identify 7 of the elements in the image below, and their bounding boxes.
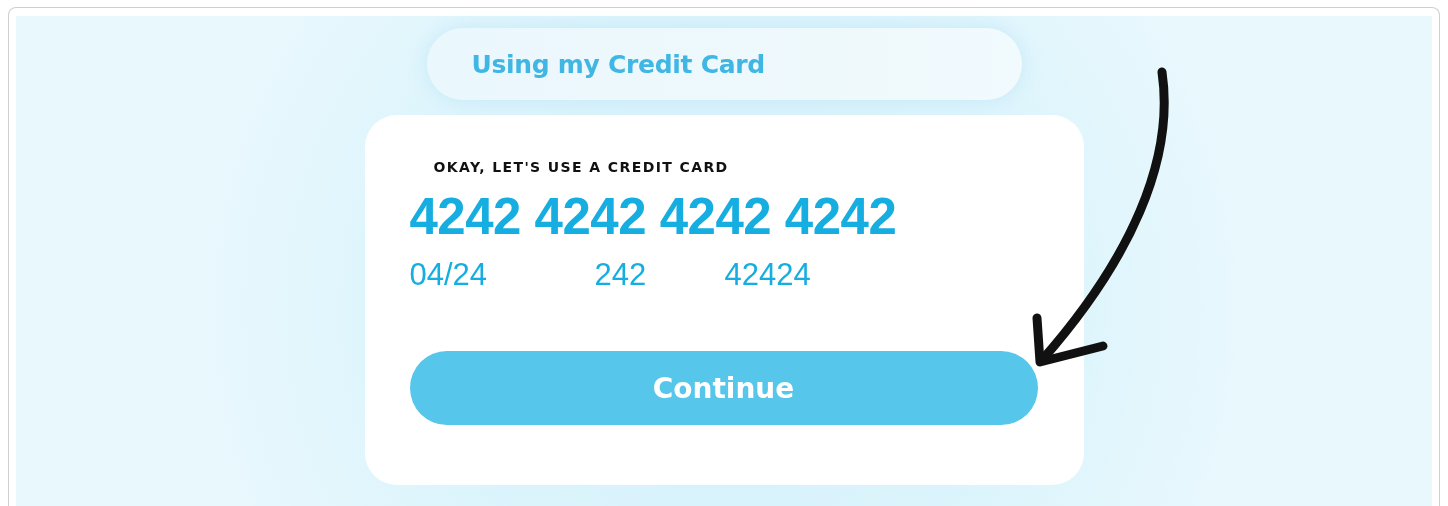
security-code: 242 xyxy=(594,257,648,294)
expiry-date: 04/24 xyxy=(409,257,489,294)
payment-method-label: Using my Credit Card xyxy=(471,49,765,79)
zip-code: 42424 xyxy=(724,257,811,294)
card-number: 4242 4242 4242 4242 xyxy=(409,189,897,246)
continue-button[interactable]: Continue xyxy=(409,351,1038,426)
card-form-heading: OKAY, LET'S USE A CREDIT CARD xyxy=(433,159,729,175)
